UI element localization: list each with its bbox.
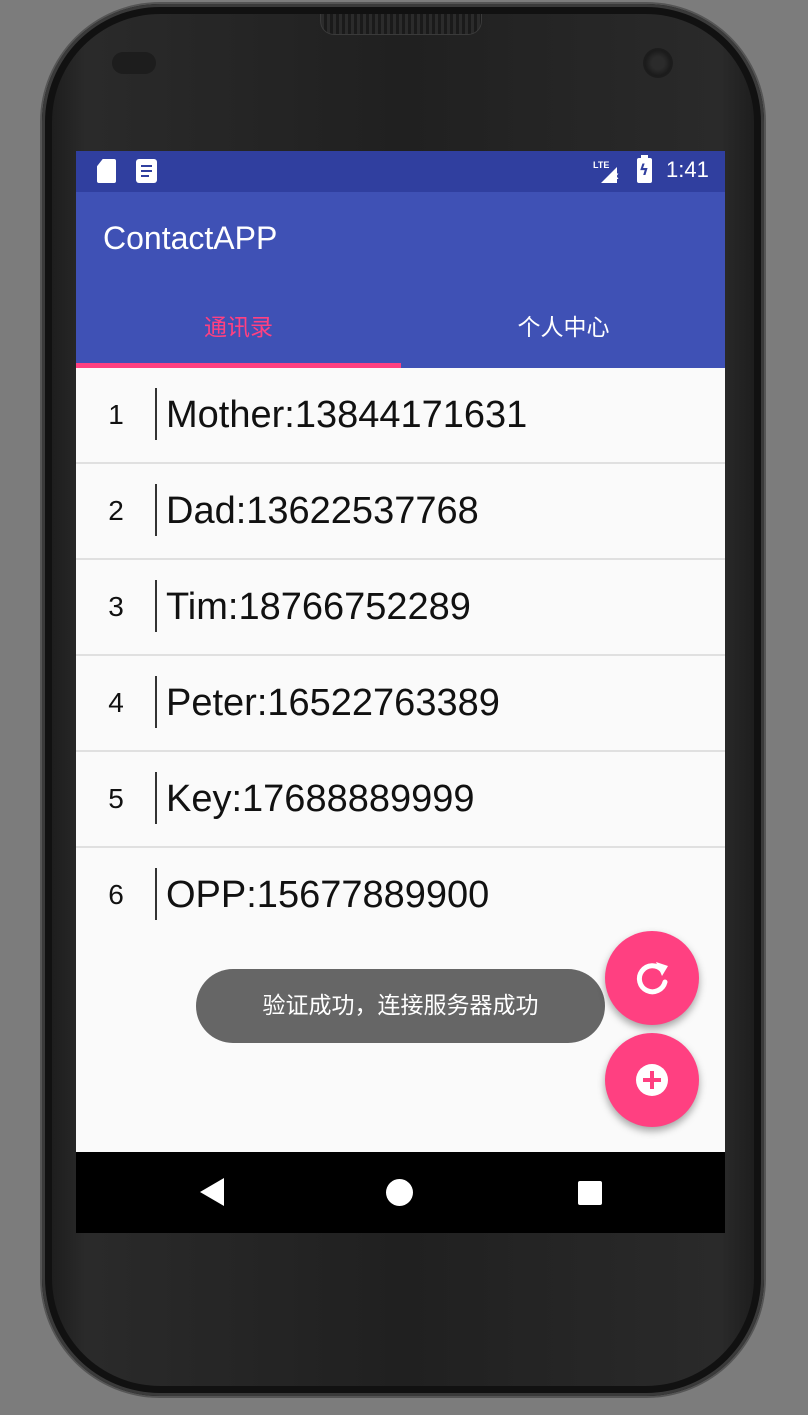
sd-card-icon [97,159,116,183]
row-divider [155,484,157,536]
row-divider [155,388,157,440]
no-signal-mark: x [613,171,619,182]
proximity-sensor [112,52,156,74]
system-nav-bar [76,1152,725,1233]
device-screen: LTE x ϟ 1:41 ContactAPP 通讯录 个人中心 1 Mothe… [76,151,725,1233]
contact-index: 4 [108,687,124,718]
notification-note-icon [136,159,157,183]
contact-text: Mother:13844171631 [166,394,528,436]
contact-text: Key:17688889999 [166,778,475,820]
row-divider [155,772,157,824]
list-item[interactable]: 2 Dad:13622537768 [76,464,725,560]
contact-text: Peter:16522763389 [166,682,500,724]
contact-index: 1 [108,399,124,430]
app-bar: ContactAPP 通讯录 个人中心 [76,192,725,368]
list-item[interactable]: 6 OPP:15677889900 [76,848,725,942]
recent-apps-icon[interactable] [578,1181,602,1205]
contact-index: 6 [108,879,124,910]
toast-message: 验证成功，连接服务器成功 [196,969,605,1043]
earpiece-speaker [320,14,482,35]
app-title: ContactAPP [103,220,278,256]
list-item[interactable]: 3 Tim:18766752289 [76,560,725,656]
home-icon[interactable] [386,1179,413,1206]
list-item[interactable]: 4 Peter:16522763389 [76,656,725,752]
status-clock: 1:41 [666,157,709,182]
tab-profile[interactable]: 个人中心 [401,304,725,368]
refresh-button[interactable] [605,931,699,1025]
front-camera [643,48,673,78]
contact-list: 1 Mother:13844171631 2 Dad:13622537768 3… [76,368,725,942]
battery-charging-icon: ϟ [637,155,652,183]
list-item[interactable]: 5 Key:17688889999 [76,752,725,848]
tab-contacts[interactable]: 通讯录 [76,304,401,368]
status-bar: LTE x ϟ 1:41 [76,151,725,192]
contact-text: Tim:18766752289 [166,586,471,628]
contact-index: 5 [108,783,124,814]
row-divider [155,676,157,728]
list-item[interactable]: 1 Mother:13844171631 [76,368,725,464]
contact-text: Dad:13622537768 [166,490,479,532]
add-circle-icon [636,1064,668,1096]
add-contact-button[interactable] [605,1033,699,1127]
back-icon[interactable] [200,1178,224,1206]
lte-signal-icon: LTE x [593,160,625,185]
contact-text: OPP:15677889900 [166,874,490,916]
contact-index: 3 [108,591,124,622]
row-divider [155,580,157,632]
refresh-icon [636,962,668,995]
contact-index: 2 [108,495,124,526]
row-divider [155,868,157,920]
